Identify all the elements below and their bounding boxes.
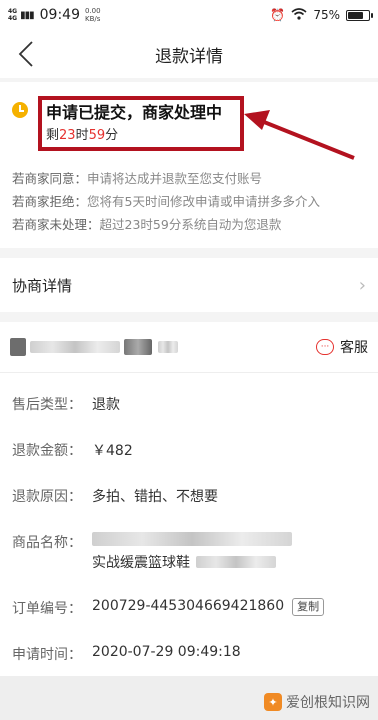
- goods-name-blurred: [92, 532, 292, 546]
- status-right: ⏰ 75%: [270, 7, 373, 23]
- shop-avatar-blurred: [10, 338, 26, 356]
- alarm-icon: ⏰: [270, 8, 286, 22]
- signal-icon: ▮▮▮: [20, 9, 34, 21]
- detail-label: 商品名称：: [12, 535, 82, 551]
- detail-row-goods: 商品名称： 实战缓震篮球鞋: [12, 519, 366, 585]
- detail-value: 实战缓震篮球鞋: [92, 555, 190, 571]
- speed-value: 0.00: [84, 7, 101, 15]
- countdown: 剩23时59分: [46, 128, 234, 144]
- countdown-minutes-unit: 分: [105, 128, 119, 143]
- network-speed: 0.00 KB/s: [85, 7, 101, 23]
- countdown-hours-unit: 时: [75, 128, 89, 143]
- page-title: 退款详情: [155, 46, 223, 67]
- detail-row-type: 售后类型： 退款: [12, 381, 366, 427]
- order-card: ··· 客服: [0, 322, 378, 372]
- annotation-arrow-icon: [244, 110, 355, 160]
- refund-details: 售后类型： 退款 退款金额： ￥482 退款原因： 多拍、错拍、不想要 商品名称…: [0, 372, 378, 692]
- battery-percent: 75%: [313, 8, 340, 22]
- rule-key: 若商家未处理：: [12, 217, 100, 232]
- countdown-prefix: 剩: [46, 128, 60, 143]
- customer-service-label: 客服: [340, 340, 368, 356]
- detail-label: 申请时间：: [12, 647, 82, 663]
- shop-name-blurred: [30, 341, 120, 353]
- nav-header: 退款详情: [0, 30, 378, 78]
- goods-name-blurred: [196, 556, 276, 568]
- negotiation-card: 协商详情 ›: [0, 258, 378, 312]
- detail-value: 多拍、错拍、不想要: [92, 489, 218, 505]
- detail-row-time: 申请时间： 2020-07-29 09:49:18: [12, 631, 366, 677]
- detail-label: 订单编号：: [12, 601, 82, 617]
- detail-row-amount: 退款金额： ￥482: [12, 427, 366, 473]
- order-number: 200729-445304669421860: [92, 598, 285, 614]
- detail-value: ￥482: [92, 443, 133, 459]
- goods-name: 实战缓震篮球鞋: [92, 532, 292, 572]
- detail-row-reason: 退款原因： 多拍、错拍、不想要: [12, 473, 366, 519]
- rule-no-action: 若商家未处理： 超过23时59分系统自动为您退款: [12, 213, 366, 236]
- rule-value: 申请将达成并退款至您支付账号: [87, 171, 263, 186]
- shop-name-blurred: [124, 339, 152, 355]
- negotiation-label: 协商详情: [12, 276, 73, 295]
- chevron-left-icon: [18, 41, 33, 67]
- countdown-minutes: 59: [88, 128, 106, 143]
- clock-time: 09:49: [39, 7, 80, 23]
- detail-row-order: 订单编号： 200729-445304669421860 复制: [12, 585, 366, 631]
- refund-rules: 若商家同意： 申请将达成并退款至您支付账号 若商家拒绝： 您将有5天时间修改申请…: [12, 167, 366, 236]
- clock-icon: [12, 102, 28, 118]
- customer-service-button[interactable]: ··· 客服: [316, 337, 368, 357]
- wifi-icon: [291, 7, 307, 23]
- negotiation-details-row[interactable]: 协商详情 ›: [0, 258, 378, 312]
- detail-label: 退款金额：: [12, 443, 82, 459]
- watermark: ✦ 爱创根知识网: [264, 692, 370, 712]
- copy-button[interactable]: 复制: [292, 598, 325, 616]
- battery-icon: [346, 9, 373, 21]
- watermark-text: 爱创根知识网: [286, 695, 370, 711]
- detail-value: 退款: [92, 397, 120, 413]
- detail-label: 售后类型：: [12, 397, 82, 413]
- shop-name-blurred: [158, 341, 178, 353]
- rule-key: 若商家拒绝：: [12, 194, 88, 209]
- shop-row: ··· 客服: [0, 322, 378, 372]
- network-indicator: 4G 4G: [8, 8, 17, 22]
- chevron-right-icon: ›: [358, 274, 366, 296]
- rule-value: 超过23时59分系统自动为您退款: [99, 217, 282, 232]
- rule-key: 若商家同意：: [12, 171, 88, 186]
- back-button[interactable]: [12, 40, 40, 68]
- countdown-hours: 23: [59, 128, 76, 143]
- detail-label: 退款原因：: [12, 489, 82, 505]
- rule-reject: 若商家拒绝： 您将有5天时间修改申请或申请拼多多介入: [12, 190, 366, 213]
- speed-unit: KB/s: [84, 15, 101, 23]
- watermark-logo-icon: ✦: [264, 693, 282, 711]
- chat-bubble-icon: ···: [316, 339, 334, 355]
- network-label-2: 4G: [8, 15, 18, 22]
- status-highlight-box: 申请已提交，商家处理中 剩23时59分: [38, 96, 244, 151]
- status-bar: 4G 4G ▮▮▮ 09:49 0.00 KB/s ⏰ 75%: [0, 0, 378, 30]
- apply-time: 2020-07-29 09:49:18: [92, 644, 241, 660]
- rule-value: 您将有5天时间修改申请或申请拼多多介入: [87, 194, 320, 209]
- network-label-1: 4G: [8, 8, 18, 15]
- refund-status-title: 申请已提交，商家处理中: [46, 103, 223, 122]
